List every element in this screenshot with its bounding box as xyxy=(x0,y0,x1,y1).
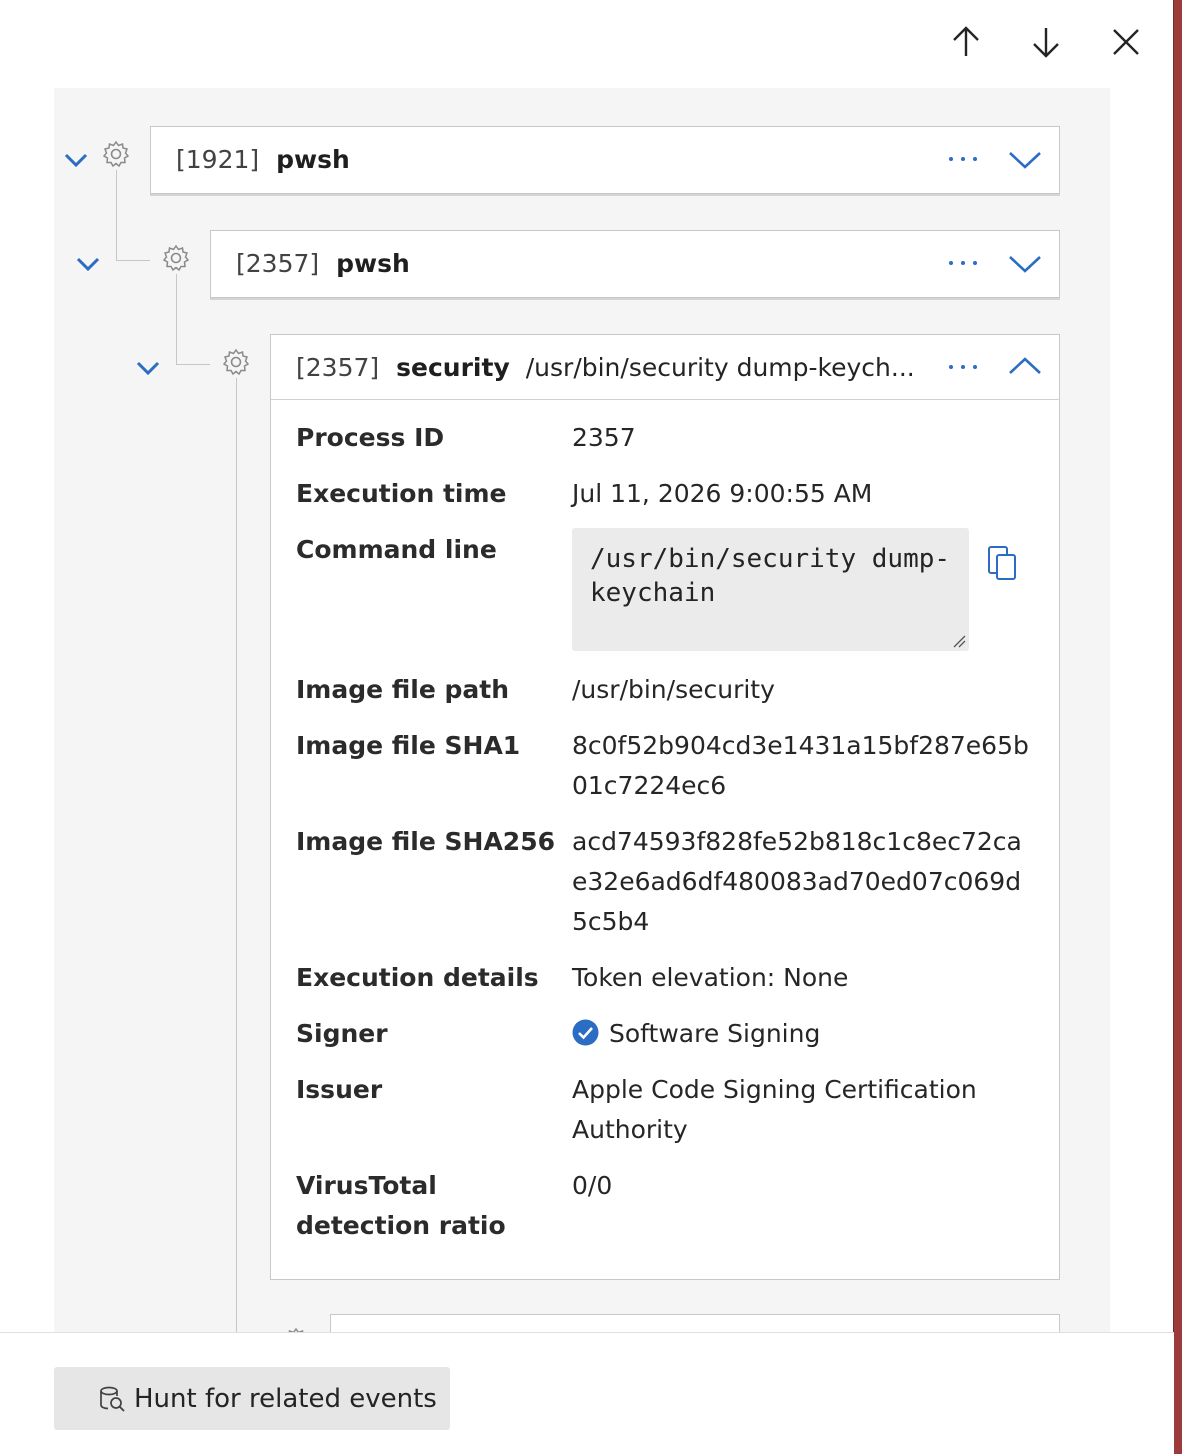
detail-label: Issuer xyxy=(296,1075,383,1104)
arrow-down-icon xyxy=(1033,28,1059,58)
chevron-down-icon xyxy=(64,153,88,168)
close-icon xyxy=(1113,29,1139,55)
detail-value: 2357 xyxy=(572,423,636,452)
hunt-database-icon xyxy=(100,1386,125,1412)
detail-row-command-line: Command line /usr/bin/security dump-keyc… xyxy=(296,528,1039,660)
tree-connector xyxy=(116,170,117,260)
process-pid: [2357] xyxy=(236,248,320,278)
expand-button[interactable] xyxy=(1003,127,1047,191)
collapse-toggle[interactable] xyxy=(74,250,102,278)
hunt-button-label: Hunt for related events xyxy=(134,1383,437,1414)
process-node[interactable] xyxy=(330,1314,1060,1332)
more-options-button[interactable] xyxy=(941,231,985,295)
detail-label: Image file path xyxy=(296,675,510,704)
detail-label: Process ID xyxy=(296,423,445,452)
chevron-down-icon xyxy=(1009,256,1041,273)
detail-label: VirusTotal detection ratio xyxy=(296,1171,506,1240)
detail-label: Execution details xyxy=(296,963,539,992)
window-edge xyxy=(1173,0,1182,1454)
process-node-expanded[interactable]: [2357] security /usr/bin/security dump-k… xyxy=(270,334,1060,1280)
gear-icon xyxy=(161,243,191,273)
copy-icon xyxy=(988,546,1016,580)
chevron-down-icon xyxy=(76,257,100,272)
process-node[interactable]: [2357] pwsh xyxy=(210,230,1060,298)
process-name: pwsh xyxy=(336,248,410,278)
arrow-up-icon xyxy=(953,26,979,56)
command-line-text: /usr/bin/security dump-keychain xyxy=(590,544,951,608)
process-pid: [1921] xyxy=(176,144,260,174)
detail-label: Image file SHA256 xyxy=(296,827,555,856)
detail-label: Command line xyxy=(296,535,497,564)
chevron-up-icon xyxy=(1009,357,1041,374)
detail-value: Software Signing xyxy=(572,1014,1042,1054)
detail-value: Jul 11, 2026 9:00:55 AM xyxy=(572,479,873,508)
detail-value: Token elevation: None xyxy=(572,963,849,992)
more-icon xyxy=(949,261,977,265)
detail-label: Image file SHA1 xyxy=(296,731,521,760)
detail-value: Apple Code Signing Certification Authori… xyxy=(572,1075,977,1144)
copy-button[interactable] xyxy=(986,544,1020,582)
resize-handle-icon[interactable] xyxy=(952,634,966,648)
detail-label: Execution time xyxy=(296,479,507,508)
tree-connector xyxy=(116,260,150,261)
process-command: /usr/bin/security dump-keych... xyxy=(525,352,915,382)
close-button[interactable] xyxy=(1104,20,1148,64)
collapse-button[interactable] xyxy=(1003,335,1047,399)
detail-value: 8c0f52b904cd3e1431a15bf287e65b01c7224ec6 xyxy=(572,731,1029,800)
tree-connector xyxy=(176,364,210,365)
collapse-toggle[interactable] xyxy=(134,354,162,382)
collapse-toggle[interactable] xyxy=(62,146,90,174)
detail-value: 0/0 xyxy=(572,1171,613,1200)
more-options-button[interactable] xyxy=(941,335,985,399)
tree-connector xyxy=(236,378,237,1332)
process-pid: [2357] xyxy=(296,352,380,382)
process-name: security xyxy=(396,352,510,382)
gear-icon xyxy=(101,139,131,169)
more-icon xyxy=(949,365,977,369)
verified-check-icon xyxy=(572,1019,599,1046)
detail-label: Signer xyxy=(296,1019,388,1048)
chevron-down-icon xyxy=(1009,152,1041,169)
previous-button[interactable] xyxy=(944,20,988,64)
hunt-related-events-button[interactable]: Hunt for related events xyxy=(54,1367,450,1430)
tree-connector xyxy=(176,274,177,364)
process-tree-panel: [1921] pwsh [2357] pwsh [2357] security … xyxy=(54,88,1110,1332)
next-button[interactable] xyxy=(1024,20,1068,64)
expand-button[interactable] xyxy=(1003,231,1047,295)
detail-value: acd74593f828fe52b818c1c8ec72cae32e6ad6df… xyxy=(572,827,1022,936)
footer-bar: Hunt for related events xyxy=(0,1332,1174,1455)
chevron-down-icon xyxy=(136,361,160,376)
detail-value: /usr/bin/security xyxy=(572,675,775,704)
gear-icon xyxy=(221,347,251,377)
command-line-textarea[interactable]: /usr/bin/security dump-keychain xyxy=(572,528,969,651)
more-icon xyxy=(949,157,977,161)
process-details: Process ID 2357 Execution time Jul 11, 2… xyxy=(271,399,1059,1276)
signer-name: Software Signing xyxy=(609,1019,821,1048)
process-name: pwsh xyxy=(276,144,350,174)
more-options-button[interactable] xyxy=(941,127,985,191)
process-node[interactable]: [1921] pwsh xyxy=(150,126,1060,194)
